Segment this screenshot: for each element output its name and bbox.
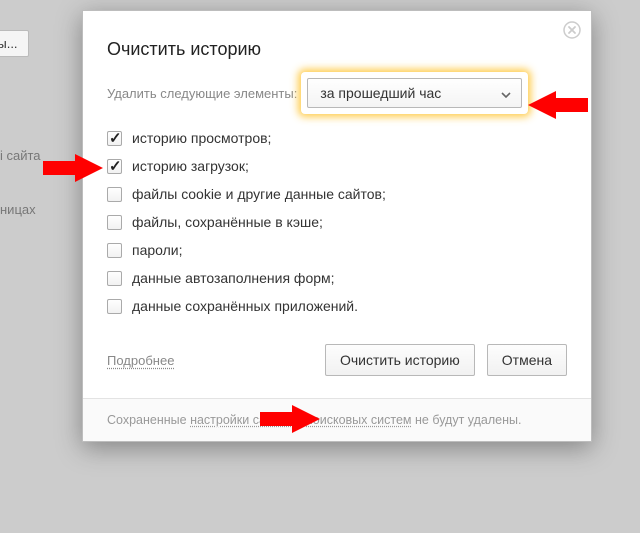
dialog-title: Очистить историю xyxy=(107,39,567,60)
time-range-value: за прошедший час xyxy=(320,85,441,101)
dialog-footer: Сохраненные настройки сайтов и поисковых… xyxy=(83,398,591,441)
checkbox-icon[interactable] xyxy=(107,271,122,286)
close-icon[interactable] xyxy=(563,21,581,39)
cancel-button[interactable]: Отмена xyxy=(487,344,567,376)
footer-link-searchengines[interactable]: поисковых систем xyxy=(306,413,411,427)
clear-button[interactable]: Очистить историю xyxy=(325,344,475,376)
footer-link-sitesettings[interactable]: настройки сайтов xyxy=(190,413,292,427)
checkbox-icon[interactable] xyxy=(107,131,122,146)
option-3[interactable]: файлы, сохранённые в кэше; xyxy=(107,214,567,230)
option-6[interactable]: данные сохранённых приложений. xyxy=(107,298,567,314)
range-label: Удалить следующие элементы: xyxy=(107,86,297,101)
option-0[interactable]: историю просмотров; xyxy=(107,130,567,146)
option-label: пароли; xyxy=(132,242,183,258)
bg-text-2: ницах xyxy=(0,202,36,217)
option-label: историю загрузок; xyxy=(132,158,249,174)
chevron-down-icon xyxy=(501,79,511,107)
more-link[interactable]: Подробнее xyxy=(107,353,174,368)
checkbox-icon[interactable] xyxy=(107,243,122,258)
option-1[interactable]: историю загрузок; xyxy=(107,158,567,174)
footer-text-pre: Сохраненные xyxy=(107,413,190,427)
checkbox-icon[interactable] xyxy=(107,215,122,230)
option-label: данные автозаполнения форм; xyxy=(132,270,335,286)
checkbox-icon[interactable] xyxy=(107,299,122,314)
option-4[interactable]: пароли; xyxy=(107,242,567,258)
footer-text-post: не будут удалены. xyxy=(412,413,522,427)
clear-history-dialog: Очистить историю Удалить следующие элеме… xyxy=(82,10,592,442)
bg-fonts-button: фты... xyxy=(0,30,29,57)
checkbox-icon[interactable] xyxy=(107,187,122,202)
time-range-select[interactable]: за прошедший час xyxy=(307,78,522,108)
option-5[interactable]: данные автозаполнения форм; xyxy=(107,270,567,286)
bg-text-1: і сайта xyxy=(0,148,41,163)
option-label: данные сохранённых приложений. xyxy=(132,298,358,314)
option-label: историю просмотров; xyxy=(132,130,271,146)
option-label: файлы, сохранённые в кэше; xyxy=(132,214,323,230)
footer-text-mid: и xyxy=(292,413,306,427)
option-label: файлы cookie и другие данные сайтов; xyxy=(132,186,386,202)
options-list: историю просмотров; историю загрузок; файл… xyxy=(107,130,567,314)
option-2[interactable]: файлы cookie и другие данные сайтов; xyxy=(107,186,567,202)
checkbox-icon[interactable] xyxy=(107,159,122,174)
